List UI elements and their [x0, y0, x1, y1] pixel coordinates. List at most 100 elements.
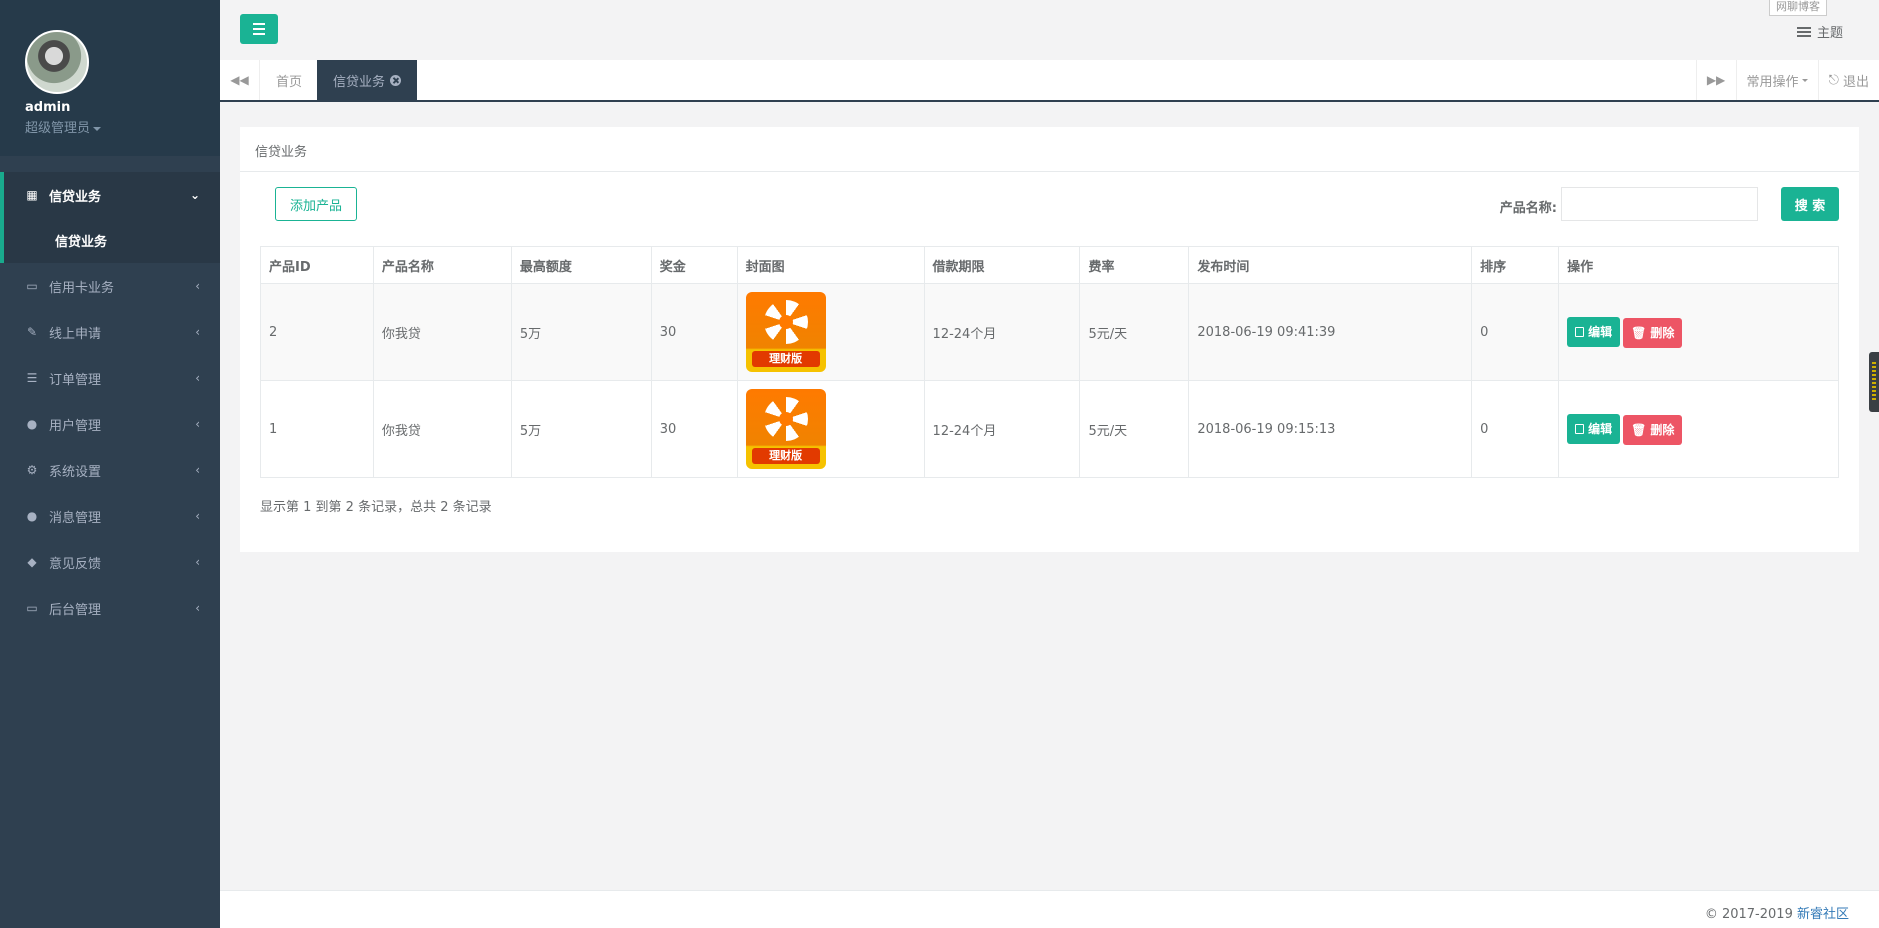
- theme-button[interactable]: 主题: [1796, 22, 1843, 41]
- sidebar-subitem-credit-loan[interactable]: 信贷业务: [0, 217, 220, 263]
- search-button[interactable]: 搜 索: [1781, 187, 1839, 221]
- delete-button[interactable]: 🗑 删除: [1623, 414, 1683, 445]
- cell-bonus: 30: [650, 283, 738, 381]
- desktop-icon: ▭: [26, 601, 38, 615]
- chevron-left-icon: ‹: [195, 325, 200, 339]
- sidebar-item-label: 后台管理: [49, 602, 102, 618]
- menu-toggle-button[interactable]: [240, 14, 278, 44]
- col-header-term[interactable]: 借款期限: [923, 246, 1081, 284]
- trash-icon: 🗑: [1631, 422, 1647, 437]
- table-row: 2 你我贷 5万 30 理财版 12-24个月 5元/天 2018-06-19 …: [260, 283, 1839, 381]
- sidebar-item-credit-card[interactable]: ▭ 信用卡业务 ‹: [0, 263, 220, 309]
- cell-max: 5万: [510, 283, 652, 381]
- common-ops-label: 常用操作: [1746, 74, 1799, 90]
- chevron-left-icon: ‹: [195, 279, 200, 293]
- side-drawer-handle[interactable]: [1869, 352, 1879, 412]
- logout-button[interactable]: ⎋ 退出: [1817, 60, 1879, 100]
- col-header-max[interactable]: 最高额度: [510, 246, 652, 284]
- sidebar-item-credit-loan[interactable]: ▦ 信贷业务 ⌄: [0, 172, 220, 218]
- add-product-button[interactable]: 添加产品: [275, 187, 357, 221]
- col-header-actions: 操作: [1558, 246, 1839, 284]
- tab-label: 信贷业务: [333, 74, 386, 90]
- delete-label: 删除: [1650, 326, 1675, 340]
- sidebar-item-users[interactable]: ● 用户管理 ‹: [0, 401, 220, 447]
- edit-label: 编辑: [1588, 422, 1613, 436]
- copy-icon: [1575, 326, 1585, 337]
- col-header-rate[interactable]: 费率: [1079, 246, 1190, 284]
- col-header-name[interactable]: 产品名称: [372, 246, 512, 284]
- cell-term: 12-24个月: [923, 283, 1081, 381]
- delete-button[interactable]: 🗑 删除: [1623, 317, 1683, 348]
- col-header-time[interactable]: 发布时间: [1188, 246, 1473, 284]
- pagination-info: 显示第 1 到第 2 条记录，总共 2 条记录: [260, 500, 492, 515]
- chevron-left-icon: ‹: [195, 371, 200, 385]
- table-row: 1 你我贷 5万 30 理财版 12-24个月 5元/天 2018-06-19 …: [260, 380, 1839, 478]
- common-ops-dropdown[interactable]: 常用操作: [1735, 60, 1818, 100]
- sidebar-item-messages[interactable]: ● 消息管理 ‹: [0, 493, 220, 539]
- search-label: 产品名称:: [1499, 201, 1557, 216]
- cell-cover: 理财版: [736, 283, 925, 381]
- cell-max: 5万: [510, 380, 652, 478]
- user-role-dropdown[interactable]: 超级管理员: [25, 117, 220, 136]
- edit-button[interactable]: 编辑: [1567, 316, 1621, 347]
- cell-time: 2018-06-19 09:41:39: [1188, 283, 1473, 381]
- tab-home[interactable]: 首页: [260, 60, 318, 100]
- tab-tools: ▶▶ 常用操作 ⎋ 退出: [1695, 60, 1879, 100]
- community-link[interactable]: 新睿社区: [1797, 907, 1849, 922]
- sidebar-item-feedback[interactable]: ◆ 意见反馈 ‹: [0, 539, 220, 585]
- cell-id: 2: [260, 283, 374, 381]
- table-header-row: 产品ID 产品名称 最高额度 奖金 封面图 借款期限 费率 发布时间 排序 操作: [260, 246, 1839, 284]
- calendar-icon: ▦: [26, 188, 38, 202]
- sidebar-item-online-apply[interactable]: ✎ 线上申请 ‹: [0, 309, 220, 355]
- cell-actions: 编辑 🗑 删除: [1558, 283, 1839, 381]
- col-header-cover[interactable]: 封面图: [736, 246, 925, 284]
- cell-name: 你我贷: [372, 283, 512, 381]
- col-header-bonus[interactable]: 奖金: [650, 246, 738, 284]
- avatar[interactable]: [25, 30, 89, 94]
- tab-scroll-left-button[interactable]: ◀◀: [220, 60, 260, 100]
- copy-icon: [1575, 423, 1585, 434]
- sidebar-item-label: 消息管理: [49, 510, 102, 526]
- cell-bonus: 30: [650, 380, 738, 478]
- cover-image: 理财版: [745, 292, 826, 372]
- caret-down-icon: [93, 126, 102, 131]
- tab-scroll-right-button[interactable]: ▶▶: [1695, 60, 1736, 100]
- topbar: 网聊博客 主题: [220, 0, 1879, 60]
- gears-icon: ⚙: [26, 463, 38, 477]
- cell-rate: 5元/天: [1079, 283, 1190, 381]
- col-header-id[interactable]: 产品ID: [260, 246, 374, 284]
- sidebar-item-label: 订单管理: [49, 372, 102, 388]
- user-icon: ●: [26, 417, 38, 431]
- chevron-down-icon: ⌄: [189, 188, 200, 202]
- sidebar: admin 超级管理员 ▦ 信贷业务 ⌄ 信贷业务 ▭ 信用卡业务 ‹ ✎ 线上…: [0, 0, 220, 928]
- sidebar-item-label: 意见反馈: [49, 556, 102, 572]
- sidebar-item-orders[interactable]: ☰ 订单管理 ‹: [0, 355, 220, 401]
- user-profile: admin 超级管理员: [0, 0, 220, 156]
- cell-time: 2018-06-19 09:15:13: [1188, 380, 1473, 478]
- tab-credit-loan[interactable]: 信贷业务: [317, 60, 418, 100]
- copyright-text: © 2017-2019: [1704, 907, 1793, 922]
- sidebar-item-label: 线上申请: [49, 326, 102, 342]
- main-panel: 信贷业务 添加产品 产品名称: 搜 索 产品ID 产品名称 最高额度 奖金 封面…: [240, 127, 1859, 552]
- cover-image: 理财版: [745, 389, 826, 469]
- cell-term: 12-24个月: [923, 380, 1081, 478]
- sign-out-icon: ⎋: [1828, 72, 1843, 88]
- list-icon: ☰: [26, 371, 38, 385]
- sidebar-item-label: 信用卡业务: [49, 280, 115, 296]
- user-role-label: 超级管理员: [25, 121, 91, 136]
- cover-ribbon: 理财版: [751, 351, 820, 367]
- cell-id: 1: [260, 380, 374, 478]
- chevron-left-icon: ‹: [195, 601, 200, 615]
- copyright: © 2017-2019 新睿社区: [1705, 903, 1849, 922]
- col-header-sort[interactable]: 排序: [1471, 246, 1560, 284]
- theme-icon: [1796, 26, 1811, 37]
- close-icon[interactable]: [390, 74, 402, 86]
- theme-label: 主题: [1816, 26, 1843, 41]
- cell-sort: 0: [1471, 380, 1560, 478]
- product-name-search-input[interactable]: [1561, 187, 1758, 221]
- cell-name: 你我贷: [372, 380, 512, 478]
- trash-icon: 🗑: [1631, 325, 1647, 340]
- sidebar-item-settings[interactable]: ⚙ 系统设置 ‹: [0, 447, 220, 493]
- edit-button[interactable]: 编辑: [1567, 413, 1621, 444]
- sidebar-item-admin[interactable]: ▭ 后台管理 ‹: [0, 585, 220, 631]
